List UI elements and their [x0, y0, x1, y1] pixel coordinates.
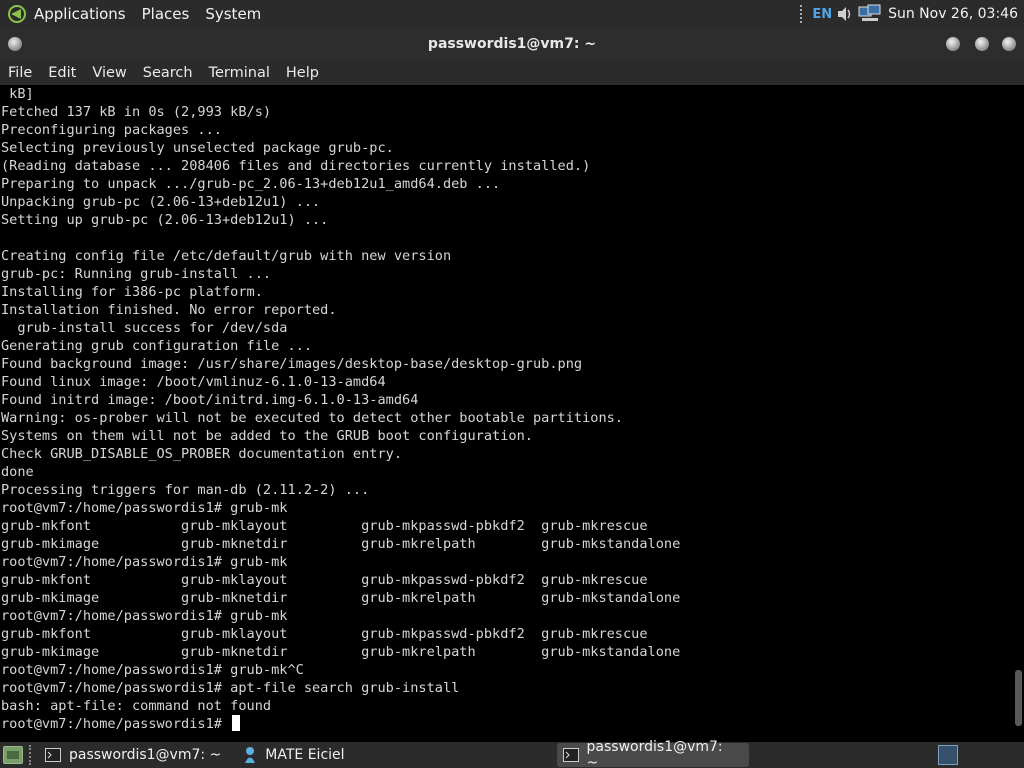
terminal-line: Generating grub configuration file ... — [1, 338, 312, 354]
terminal-line: Warning: os-prober will not be executed … — [1, 410, 623, 426]
terminal-line: grub-mkimage grub-mknetdir grub-mkrelpat… — [1, 644, 681, 660]
terminal-line: kB] — [1, 86, 34, 102]
show-desktop-button[interactable] — [3, 746, 23, 764]
terminal-line: Found background image: /usr/share/image… — [1, 356, 583, 372]
terminal-line: done — [1, 464, 34, 480]
tray-separator — [800, 5, 804, 23]
terminal-line: root@vm7:/home/passwordis1# grub-mk — [1, 500, 288, 516]
menu-view[interactable]: View — [92, 65, 126, 81]
taskbar-separator — [29, 745, 33, 765]
taskbar-item-label: passwordis1@vm7: ~ — [69, 747, 222, 763]
terminal-line: grub-mkfont grub-mklayout grub-mkpasswd-… — [1, 518, 648, 534]
terminal-line: grub-mkfont grub-mklayout grub-mkpasswd-… — [1, 626, 648, 642]
terminal-line: Preparing to unpack .../grub-pc_2.06-13+… — [1, 176, 501, 192]
terminal-line: Preconfiguring packages ... — [1, 122, 222, 138]
maximize-button[interactable] — [975, 37, 989, 51]
terminal-line: Check GRUB_DISABLE_OS_PROBER documentati… — [1, 446, 403, 462]
applications-menu[interactable]: Applications — [34, 5, 126, 23]
terminal-line: Found initrd image: /boot/initrd.img-6.1… — [1, 392, 419, 408]
terminal-output: kB] Fetched 137 kB in 0s (2,993 kB/s) Prec… — [1, 85, 680, 733]
terminal-line: bash: apt-file: command not found — [1, 698, 272, 714]
terminal-scrollbar[interactable] — [1015, 670, 1022, 726]
terminal-cursor — [232, 715, 241, 731]
network-icon[interactable] — [858, 4, 882, 24]
minimize-button[interactable] — [946, 37, 960, 51]
terminal-line: Creating config file /etc/default/grub w… — [1, 248, 452, 264]
terminal-line: grub-mkfont grub-mklayout grub-mkpasswd-… — [1, 572, 648, 588]
terminal-line: Installation finished. No error reported… — [1, 302, 337, 318]
terminal-line: root@vm7:/home/passwordis1# grub-mk^C — [1, 662, 304, 678]
close-button[interactable] — [1002, 37, 1016, 51]
eiciel-icon — [243, 746, 257, 764]
terminal-line: Installing for i386-pc platform. — [1, 284, 263, 300]
menu-edit[interactable]: Edit — [48, 65, 76, 81]
terminal-icon — [562, 748, 579, 762]
clock[interactable]: Sun Nov 26, 03:46 — [888, 6, 1018, 22]
menu-help[interactable]: Help — [286, 65, 319, 81]
window-title: passwordis1@vm7: ~ — [427, 36, 597, 52]
mate-logo-icon[interactable] — [6, 3, 28, 25]
taskbar-item-label: passwordis1@vm7: ~ — [586, 739, 723, 768]
terminal-line: grub-install success for /dev/sda — [1, 320, 288, 336]
menu-file[interactable]: File — [8, 65, 32, 81]
taskbar-item-eiciel[interactable]: MATE Eiciel — [237, 743, 354, 767]
terminal-line: Processing triggers for man-db (2.11.2-2… — [1, 482, 370, 498]
system-menu[interactable]: System — [205, 5, 261, 23]
taskbar-item-terminal-2[interactable]: passwordis1@vm7: ~ — [556, 739, 749, 768]
terminal-line: root@vm7:/home/passwordis1# grub-mk — [1, 554, 288, 570]
window-titlebar[interactable]: passwordis1@vm7: ~ — [0, 28, 1024, 60]
workspace-switcher[interactable] — [938, 745, 958, 765]
menu-terminal[interactable]: Terminal — [209, 65, 270, 81]
places-menu[interactable]: Places — [142, 5, 190, 23]
window-menu-button[interactable] — [8, 37, 22, 51]
terminal-icon — [45, 748, 61, 762]
terminal-line: grub-mkimage grub-mknetdir grub-mkrelpat… — [1, 590, 681, 606]
terminal-line: Setting up grub-pc (2.06-13+deb12u1) ... — [1, 212, 329, 228]
terminal-line: Fetched 137 kB in 0s (2,993 kB/s) — [1, 104, 272, 120]
taskbar-item-label: MATE Eiciel — [265, 747, 345, 763]
terminal-line: Found linux image: /boot/vmlinuz-6.1.0-1… — [1, 374, 386, 390]
keyboard-layout-indicator[interactable]: EN — [812, 7, 832, 22]
terminal-prompt-line[interactable]: root@vm7:/home/passwordis1# — [1, 715, 680, 733]
terminal-line: Systems on them will not be added to the… — [1, 428, 533, 444]
terminal-menubar: File Edit View Search Terminal Help — [0, 60, 1024, 86]
terminal-line: Unpacking grub-pc (2.06-13+deb12u1) ... — [1, 194, 321, 210]
terminal-line: grub-mkimage grub-mknetdir grub-mkrelpat… — [1, 536, 681, 552]
terminal-line: grub-pc: Running grub-install ... — [1, 266, 272, 282]
terminal-line: root@vm7:/home/passwordis1# grub-mk — [1, 608, 288, 624]
terminal-prompt: root@vm7:/home/passwordis1# — [1, 716, 231, 732]
menu-search[interactable]: Search — [143, 65, 193, 81]
terminal-line: root@vm7:/home/passwordis1# apt-file sea… — [1, 680, 460, 696]
terminal-line: Selecting previously unselected package … — [1, 140, 394, 156]
terminal-area[interactable]: kB] Fetched 137 kB in 0s (2,993 kB/s) Prec… — [0, 85, 1024, 742]
system-tray: EN Sun Nov 26, 03:46 — [800, 0, 1024, 28]
taskbar-item-terminal-1[interactable]: passwordis1@vm7: ~ — [39, 743, 231, 767]
terminal-line: (Reading database ... 208406 files and d… — [1, 158, 591, 174]
top-panel: Applications Places System EN Sun Nov 26… — [0, 0, 1024, 28]
bottom-panel: passwordis1@vm7: ~ MATE Eiciel passwordi… — [0, 739, 1024, 768]
speaker-icon[interactable] — [836, 5, 854, 23]
